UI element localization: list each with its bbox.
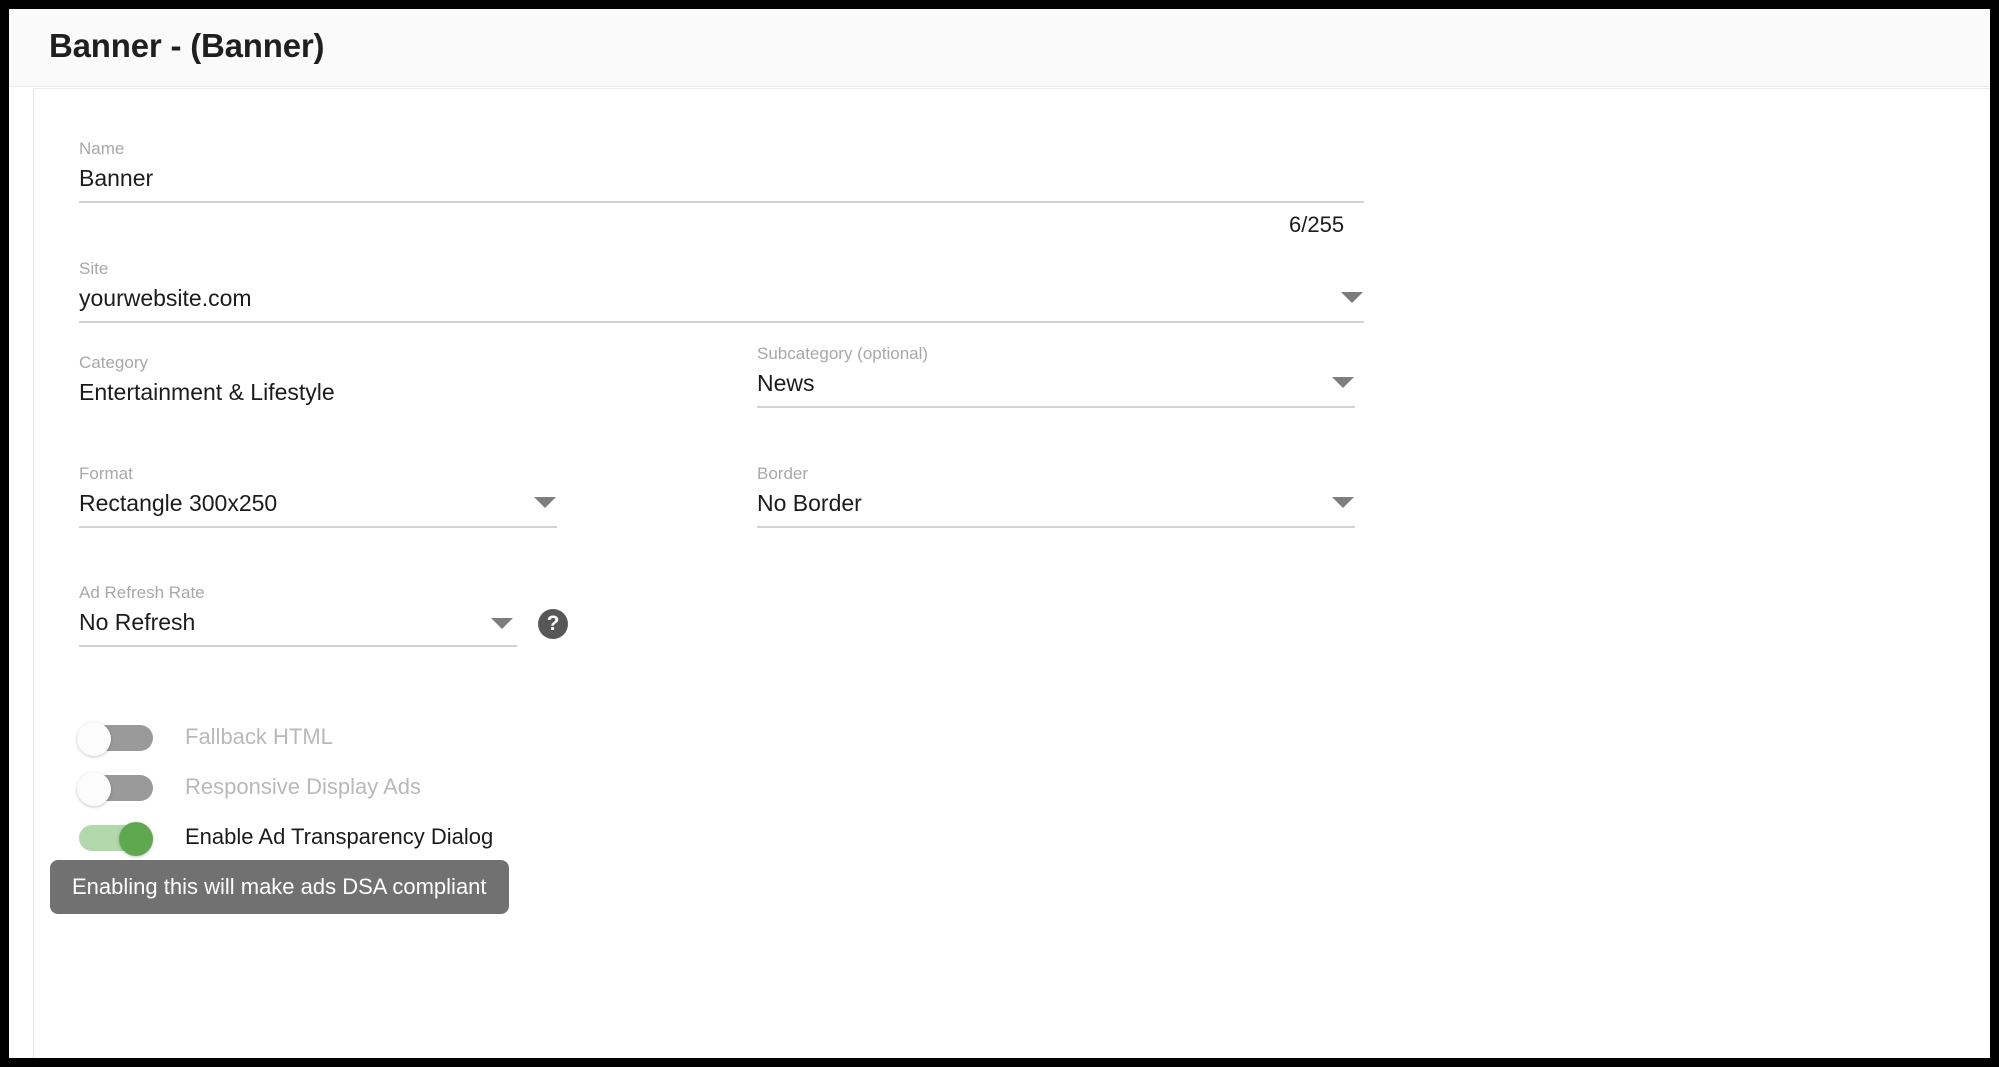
field-border[interactable]: Border No Border [757, 464, 1355, 526]
field-subcategory-underline [757, 406, 1355, 408]
toggle-switch-responsive-display-ads[interactable] [79, 772, 153, 802]
field-ad-refresh-rate[interactable]: Ad Refresh Rate No Refresh [79, 583, 517, 645]
field-site-underline [79, 321, 1364, 323]
page-title: Banner - (Banner) [49, 27, 324, 65]
toggle-row-fallback-html[interactable]: Fallback HTML [79, 715, 333, 759]
toggle-label-fallback-html: Fallback HTML [185, 724, 333, 750]
field-subcategory-value: News [757, 370, 815, 397]
page-header: Banner - (Banner) [9, 9, 1990, 87]
app-surface: Banner - (Banner) Name Banner 6/255 Site… [9, 9, 1990, 1058]
toggle-switch-fallback-html[interactable] [79, 722, 153, 752]
field-ad-refresh-rate-label: Ad Refresh Rate [79, 583, 205, 603]
toggle-row-enable-ad-transparency-dialog[interactable]: Enable Ad Transparency Dialog [79, 815, 493, 859]
field-name-value: Banner [79, 165, 153, 192]
site-character-counter: 6/255 [1289, 212, 1344, 238]
field-category-label: Category [79, 353, 148, 373]
field-name[interactable]: Name Banner [79, 139, 1364, 201]
toggle-label-enable-ad-transparency-dialog: Enable Ad Transparency Dialog [185, 824, 493, 850]
tooltip-ad-transparency: Enabling this will make ads DSA complian… [50, 860, 509, 914]
field-site[interactable]: Site yourwebsite.com [79, 259, 1364, 321]
form-card: Name Banner 6/255 Site yourwebsite.com C… [33, 88, 1990, 1058]
field-format[interactable]: Format Rectangle 300x250 [79, 464, 557, 526]
chevron-down-icon[interactable] [491, 618, 513, 629]
chevron-down-icon[interactable] [1332, 497, 1354, 508]
chevron-down-icon[interactable] [534, 497, 556, 508]
toggle-label-responsive-display-ads: Responsive Display Ads [185, 774, 421, 800]
toggle-thumb [77, 722, 111, 756]
field-subcategory[interactable]: Subcategory (optional) News [757, 344, 1355, 406]
field-category-value: Entertainment & Lifestyle [79, 379, 335, 406]
field-border-label: Border [757, 464, 808, 484]
field-format-underline [79, 526, 557, 528]
field-ad-refresh-rate-value: No Refresh [79, 609, 195, 636]
toggle-thumb [77, 772, 111, 806]
toggle-thumb [119, 822, 153, 856]
field-format-label: Format [79, 464, 133, 484]
field-format-value: Rectangle 300x250 [79, 490, 277, 517]
field-site-value: yourwebsite.com [79, 285, 252, 312]
field-subcategory-label: Subcategory (optional) [757, 344, 928, 364]
toggle-row-responsive-display-ads[interactable]: Responsive Display Ads [79, 765, 421, 809]
toggle-switch-enable-ad-transparency-dialog[interactable] [79, 822, 153, 852]
field-ad-refresh-rate-underline [79, 645, 517, 647]
field-site-label: Site [79, 259, 108, 279]
field-border-value: No Border [757, 490, 862, 517]
screenshot-frame: Banner - (Banner) Name Banner 6/255 Site… [0, 0, 1999, 1067]
field-name-label: Name [79, 139, 124, 159]
field-border-underline [757, 526, 1355, 528]
chevron-down-icon[interactable] [1341, 292, 1363, 303]
help-circle-icon[interactable]: ? [538, 609, 568, 639]
chevron-down-icon[interactable] [1332, 377, 1354, 388]
field-name-underline [79, 201, 1364, 203]
field-category[interactable]: Category Entertainment & Lifestyle [79, 353, 739, 415]
